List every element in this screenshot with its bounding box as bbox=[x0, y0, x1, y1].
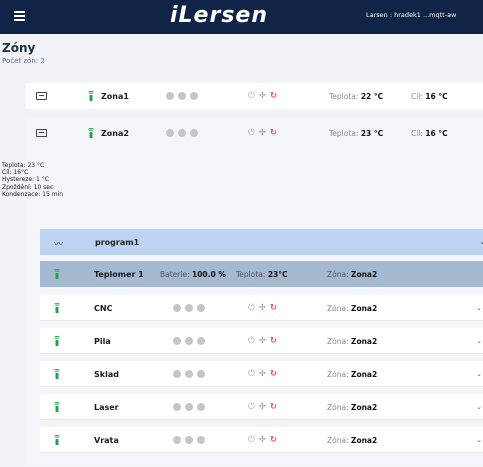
dimension-icon bbox=[36, 92, 47, 100]
status-dots bbox=[173, 304, 205, 312]
device-row[interactable]: CNC ⏻ ✢ ↻ Zóna: Zona2 ⌄ bbox=[40, 295, 483, 321]
status-dots bbox=[166, 92, 198, 100]
fan-icon[interactable]: ✢ bbox=[259, 91, 266, 101]
power-icon[interactable]: ⏻ bbox=[248, 91, 255, 101]
zone-card-zona1[interactable]: Zona1 ⏻ ✢ ↻ Teplota: 22 °C Cíl: 16 °C bbox=[26, 83, 483, 109]
chevron-down-icon[interactable]: ⌄ bbox=[476, 304, 482, 312]
device-name: Laser bbox=[94, 403, 119, 412]
sensor-icon bbox=[54, 369, 60, 379]
device-row[interactable]: Laser ⏻ ✢ ↻ Zóna: Zona2 ⌄ bbox=[40, 394, 483, 420]
refresh-icon[interactable]: ↻ bbox=[270, 402, 277, 412]
thermometer-name: Teplomer 1 bbox=[94, 270, 144, 279]
zone-temperature: Teplota: 23 °C bbox=[329, 129, 384, 138]
device-row[interactable]: Vrata ⏻ ✢ ↻ Zóna: Zona2 ⌄ bbox=[40, 427, 483, 453]
sensor-icon bbox=[54, 303, 60, 313]
device-zone: Zóna: Zona2 bbox=[327, 337, 378, 346]
detail-kondenzace: Kondenzace: 15 min bbox=[2, 190, 64, 198]
device-row[interactable]: Sklad ⏻ ✢ ↻ Zóna: Zona2 ⌄ bbox=[40, 361, 483, 387]
sensor-icon bbox=[54, 402, 60, 412]
refresh-icon[interactable]: ↻ bbox=[270, 91, 277, 101]
refresh-icon[interactable]: ↻ bbox=[270, 128, 277, 138]
power-icon[interactable]: ⏻ bbox=[248, 303, 255, 313]
refresh-icon[interactable]: ↻ bbox=[270, 435, 277, 445]
status-dots bbox=[166, 129, 198, 137]
status-dots bbox=[173, 403, 205, 411]
fan-icon[interactable]: ✢ bbox=[259, 369, 266, 379]
refresh-icon[interactable]: ↻ bbox=[270, 369, 277, 379]
power-icon[interactable]: ⏻ bbox=[248, 369, 255, 379]
chevron-down-icon[interactable]: ⌄ bbox=[476, 370, 482, 378]
power-icon[interactable]: ⏻ bbox=[248, 435, 255, 445]
detail-teplota: Teplota: 23 °C bbox=[2, 162, 45, 169]
thermometer-temperature: Teplota: 23°C bbox=[236, 270, 288, 279]
status-dots bbox=[173, 370, 205, 378]
detail-cil: Cíl: 16°C bbox=[2, 169, 29, 177]
chevron-down-icon[interactable]: ⌄ bbox=[479, 237, 483, 246]
app-logo: iLersen bbox=[170, 3, 269, 28]
device-zone: Zóna: Zona2 bbox=[327, 304, 378, 313]
chevron-down-icon[interactable]: ⌄ bbox=[476, 337, 482, 345]
device-name: Sklad bbox=[94, 370, 119, 379]
power-icon[interactable]: ⏻ bbox=[248, 128, 255, 138]
chevron-down-icon[interactable]: ⌄ bbox=[476, 403, 482, 411]
device-name: Vrata bbox=[94, 436, 119, 445]
fan-icon[interactable]: ✢ bbox=[259, 435, 266, 445]
device-zone: Zóna: Zona2 bbox=[327, 436, 378, 445]
dimension-icon bbox=[36, 129, 47, 137]
zone-details: Teplota: 23 °C Cíl: 16°C Hystereze: 1 °C… bbox=[2, 162, 63, 198]
fan-icon[interactable]: ✢ bbox=[259, 128, 266, 138]
zone-target: Cíl: 16 °C bbox=[411, 129, 448, 138]
thermometer-row[interactable]: Teplomer 1 Baterie: 100.0 % Teplota: 23°… bbox=[40, 261, 483, 287]
sensor-icon bbox=[88, 91, 94, 101]
detail-zpozdeni: Zpoždění: 10 sec bbox=[2, 183, 54, 191]
fan-icon[interactable]: ✢ bbox=[259, 303, 266, 313]
status-dots bbox=[173, 337, 205, 345]
status-dots bbox=[173, 436, 205, 444]
device-name: CNC bbox=[94, 304, 113, 313]
refresh-icon[interactable]: ↻ bbox=[270, 336, 277, 346]
zone-temperature: Teplota: 22 °C bbox=[329, 92, 384, 101]
zone-name: Zona2 bbox=[101, 129, 129, 138]
chevron-down-icon[interactable]: ⌄ bbox=[476, 436, 482, 444]
menu-icon[interactable] bbox=[14, 9, 30, 25]
zone-count: Počet zón: 2 bbox=[2, 57, 45, 65]
detail-hystereze: Hystereze: 1 °C bbox=[2, 176, 49, 184]
sensor-icon bbox=[54, 269, 60, 279]
page-title: Zóny bbox=[2, 41, 36, 55]
thermometer-zone: Zóna: Zona2 bbox=[327, 270, 378, 279]
device-row[interactable]: Pila ⏻ ✢ ↻ Zóna: Zona2 ⌄ bbox=[40, 328, 483, 354]
sensor-icon bbox=[54, 435, 60, 445]
device-zone: Zóna: Zona2 bbox=[327, 403, 378, 412]
sensor-icon bbox=[88, 128, 94, 138]
refresh-icon[interactable]: ↻ bbox=[270, 303, 277, 313]
zone-target: Cíl: 16 °C bbox=[411, 92, 448, 101]
fan-icon[interactable]: ✢ bbox=[259, 336, 266, 346]
device-zone: Zóna: Zona2 bbox=[327, 370, 378, 379]
program-name: program1 bbox=[95, 238, 140, 247]
device-name: Pila bbox=[94, 337, 111, 346]
zone-name: Zona1 bbox=[101, 92, 129, 101]
trend-icon: 〰 bbox=[54, 240, 64, 250]
battery-level: Baterie: 100.0 % bbox=[160, 270, 226, 279]
program-row[interactable]: 〰 program1 ⌄ bbox=[40, 229, 483, 255]
power-icon[interactable]: ⏻ bbox=[248, 336, 255, 346]
user-info: Larsen : hradek1 ...mqtt-aw bbox=[366, 11, 457, 19]
top-bar: iLersen Larsen : hradek1 ...mqtt-aw bbox=[0, 0, 483, 34]
fan-icon[interactable]: ✢ bbox=[259, 402, 266, 412]
power-icon[interactable]: ⏻ bbox=[248, 402, 255, 412]
sensor-icon bbox=[54, 336, 60, 346]
